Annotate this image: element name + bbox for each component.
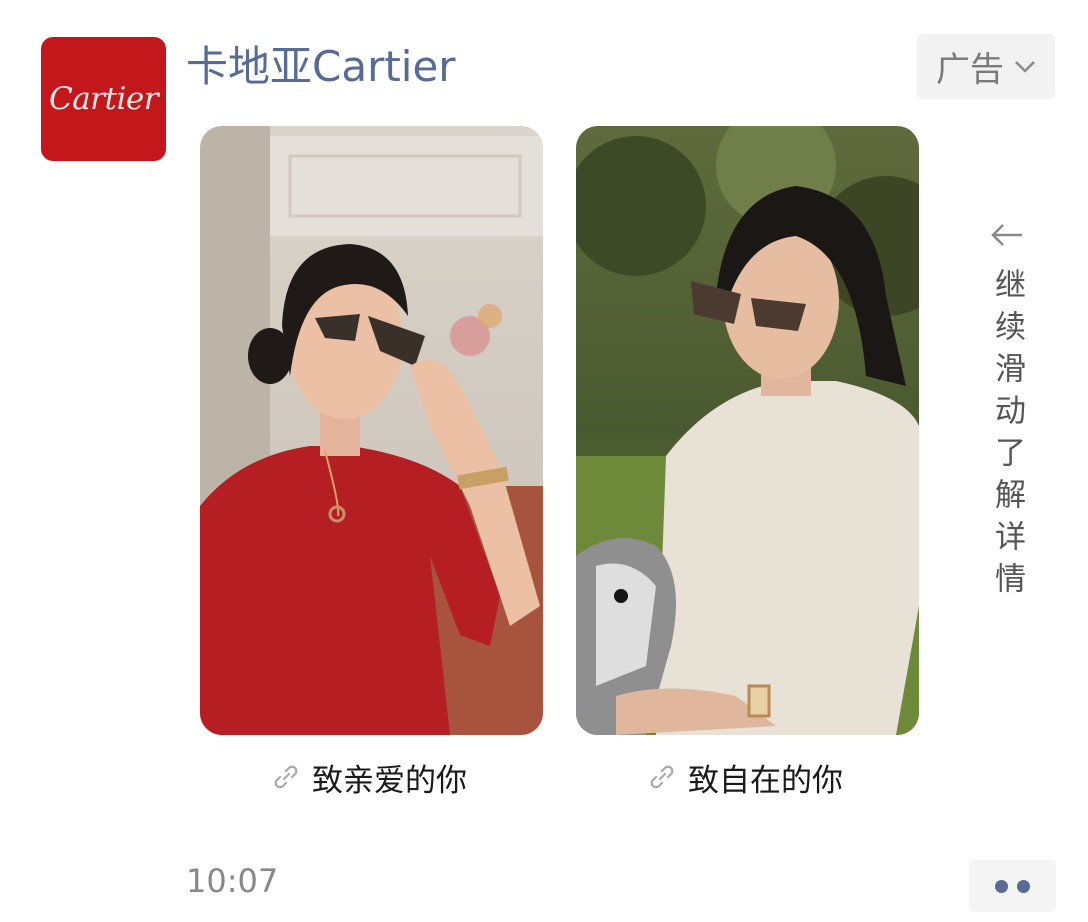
link-icon [274,765,298,789]
account-name[interactable]: 卡地亚Cartier [186,40,456,94]
ad-image-1 [200,126,543,735]
ad-card-2[interactable] [576,126,919,735]
ad-badge-label: 广告 [936,50,1004,90]
card-caption-label: 致亲爱的你 [312,762,467,799]
card-caption-1[interactable]: 致亲爱的你 [272,756,467,799]
chevron-down-icon [1015,60,1035,73]
ad-image-2 [576,126,919,735]
post-time: 10:07 [186,862,279,900]
card-caption-2[interactable]: 致自在的你 [648,756,843,799]
avatar[interactable]: Cartier [41,37,166,161]
cartier-logo: Cartier [48,81,159,117]
ad-card-1[interactable] [200,126,543,735]
card-caption-label: 致自在的你 [688,762,843,799]
swipe-hint-text: 继续滑动了解详情 [989,268,1025,604]
link-icon [650,765,674,789]
more-dots-icon [1017,879,1030,893]
more-dots-icon [995,879,1008,893]
arrow-left-icon [991,224,1022,246]
more-button[interactable] [969,860,1056,912]
ad-badge-button[interactable]: 广告 [917,34,1055,99]
swipe-hint[interactable]: 继续滑动了解详情 [985,222,1029,604]
